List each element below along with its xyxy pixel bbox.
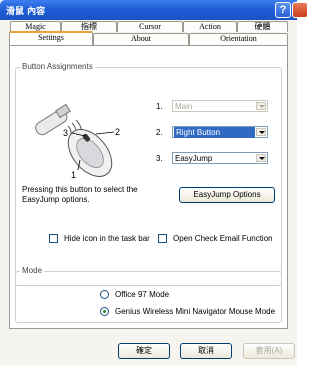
row-1-number: 1. xyxy=(156,102,163,111)
help-button[interactable]: ? xyxy=(275,2,291,18)
chevron-down-icon xyxy=(256,102,266,110)
ok-button[interactable]: 確定 xyxy=(118,343,170,359)
button-1-select[interactable]: Main xyxy=(172,100,268,112)
button-assignments-label: Button Assignments xyxy=(20,62,95,71)
office-97-mode-label: Office 97 Mode xyxy=(115,290,170,299)
button-3-select[interactable]: EasyJump xyxy=(172,152,268,164)
hide-icon-label: Hide icon in the task bar xyxy=(64,234,150,243)
easyjump-options-button[interactable]: EasyJump Options xyxy=(179,187,275,203)
genius-mouse-mode-radio[interactable] xyxy=(100,307,109,316)
settings-panel: Button Assignments 3 2 1 1. Main 2. Righ… xyxy=(9,45,288,329)
apply-button[interactable]: 套用(A) xyxy=(243,343,295,359)
tab-about[interactable]: About xyxy=(93,33,189,45)
tab-orientation[interactable]: Orientation xyxy=(189,33,288,45)
callout-1: 1 xyxy=(71,170,76,180)
genius-mouse-mode-label: Genius Wireless Mini Navigator Mouse Mod… xyxy=(115,307,276,316)
window-title: 滑鼠 內容 xyxy=(6,7,46,17)
mouse-icon xyxy=(67,129,113,177)
mode-label: Mode xyxy=(20,266,45,275)
cancel-button[interactable]: 取消 xyxy=(180,343,232,359)
tab-hardware[interactable]: 硬體 xyxy=(237,21,288,32)
title-bar[interactable]: 滑鼠 內容 ? xyxy=(0,0,308,20)
button-2-value: Right Button xyxy=(174,127,255,138)
open-check-email-label: Open Check Email Function xyxy=(173,234,273,243)
tab-cursor[interactable]: Cursor xyxy=(117,21,183,32)
row-2-number: 2. xyxy=(156,128,163,137)
chevron-down-icon xyxy=(256,128,266,136)
chevron-down-icon xyxy=(256,154,266,162)
button-1-value: Main xyxy=(175,102,193,111)
open-check-email-checkbox[interactable] xyxy=(158,234,167,243)
office-97-mode-radio[interactable] xyxy=(100,290,109,299)
tab-settings[interactable]: Settings xyxy=(9,31,93,45)
row-3-number: 3. xyxy=(156,154,163,163)
button-2-select[interactable]: Right Button xyxy=(172,126,268,138)
hide-icon-checkbox[interactable] xyxy=(49,234,58,243)
button-3-value: EasyJump xyxy=(175,154,213,163)
close-button[interactable] xyxy=(292,2,308,18)
tab-action[interactable]: Action xyxy=(183,21,237,32)
wireless-mouse-illustration: 3 2 1 xyxy=(35,103,120,180)
callout-2: 2 xyxy=(115,127,120,137)
callout-3: 3 xyxy=(63,128,68,138)
mouse-properties-dialog: 滑鼠 內容 ? Magic 指標 Cursor Action 硬體 Settin… xyxy=(0,0,308,365)
easyjump-description: Pressing this button to select the EasyJ… xyxy=(22,185,138,204)
